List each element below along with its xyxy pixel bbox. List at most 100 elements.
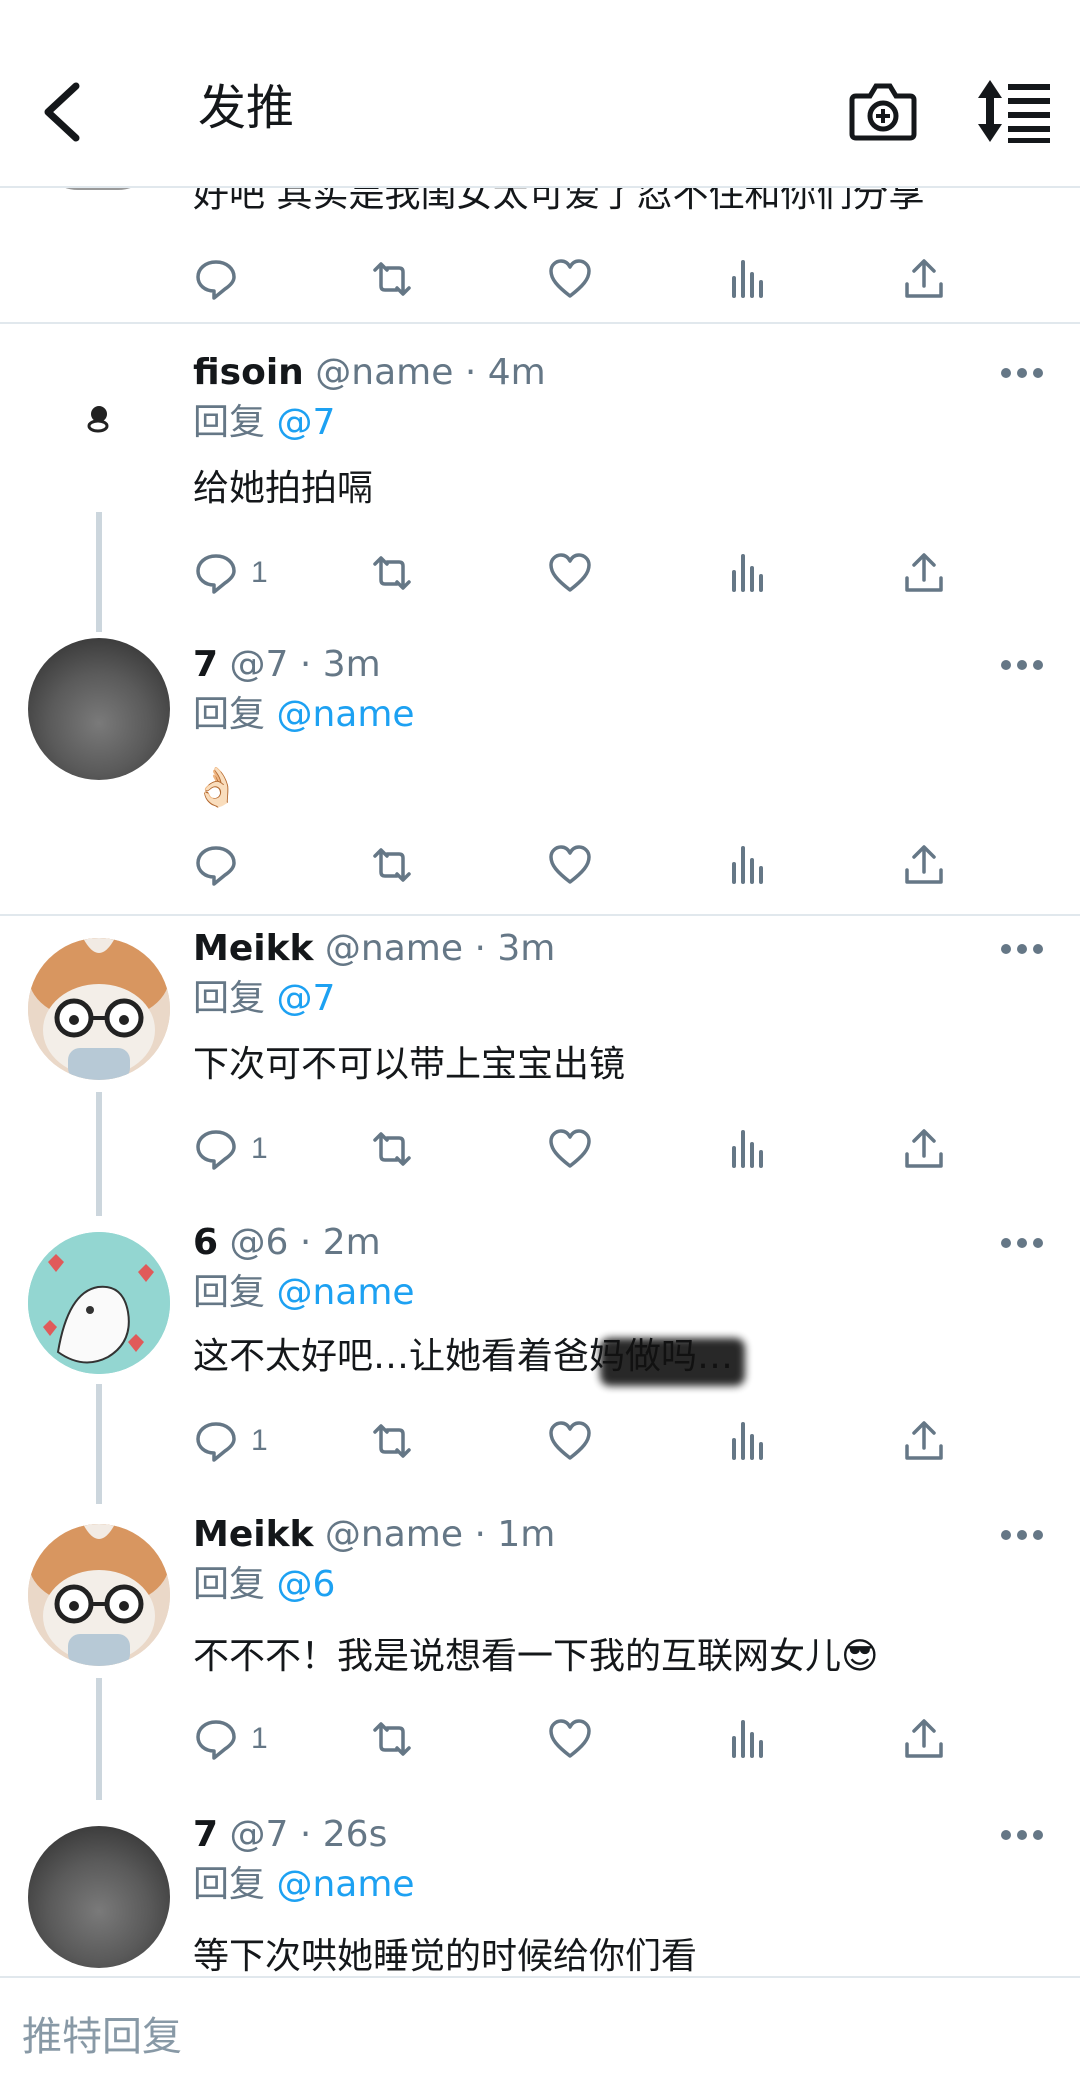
reply-context: 回复 @name bbox=[193, 1864, 415, 1905]
avatar[interactable] bbox=[28, 638, 170, 780]
timestamp: 26s bbox=[322, 1814, 388, 1855]
analytics-button[interactable] bbox=[725, 1416, 771, 1466]
tweet-actions bbox=[193, 254, 993, 304]
handle[interactable]: @name bbox=[325, 928, 463, 969]
back-arrow-icon[interactable] bbox=[36, 72, 106, 152]
handle[interactable]: @7 bbox=[230, 644, 289, 685]
analytics-button[interactable] bbox=[725, 840, 771, 890]
handle[interactable]: @7 bbox=[230, 1814, 289, 1855]
camera-add-icon[interactable] bbox=[848, 76, 918, 146]
reply-button[interactable] bbox=[193, 840, 239, 890]
mention-link[interactable]: @name bbox=[276, 1272, 414, 1313]
reply-context: 回复 @7 bbox=[193, 402, 336, 443]
share-button[interactable] bbox=[901, 1124, 947, 1174]
retweet-button[interactable] bbox=[369, 254, 415, 304]
reply-context: 回复 @name bbox=[193, 694, 415, 735]
top-bar: 发推 bbox=[0, 0, 1080, 188]
reply-context: 回复 @name bbox=[193, 1272, 415, 1313]
reply-icon bbox=[196, 1130, 236, 1170]
handle[interactable]: @6 bbox=[230, 1222, 289, 1263]
analytics-icon bbox=[732, 846, 763, 884]
mention-link[interactable]: @7 bbox=[276, 978, 335, 1019]
analytics-button[interactable] bbox=[725, 548, 771, 598]
like-button[interactable] bbox=[547, 1714, 593, 1764]
display-name[interactable]: 6 bbox=[193, 1222, 218, 1263]
more-icon[interactable] bbox=[1000, 658, 1044, 672]
reply-button[interactable] bbox=[193, 254, 239, 304]
display-name[interactable]: 7 bbox=[193, 1814, 218, 1855]
like-button[interactable] bbox=[547, 840, 593, 890]
tweet-header: fisoin @name · 4m bbox=[193, 352, 546, 393]
mention-link[interactable]: @7 bbox=[276, 402, 335, 443]
reply-icon bbox=[196, 260, 236, 300]
timestamp: 4m bbox=[487, 352, 546, 393]
tweet-header: 7 @7 · 26s bbox=[193, 1814, 388, 1855]
retweet-icon bbox=[373, 1132, 411, 1166]
analytics-button[interactable] bbox=[725, 254, 771, 304]
display-name[interactable]: fisoin bbox=[193, 352, 304, 393]
mention-link[interactable]: @name bbox=[276, 1864, 414, 1905]
divider bbox=[0, 914, 1080, 916]
reply-composer[interactable]: 推特回复 bbox=[0, 1976, 1080, 2079]
share-button[interactable] bbox=[901, 548, 947, 598]
retweet-button[interactable] bbox=[369, 1416, 415, 1466]
mention-link[interactable]: @6 bbox=[276, 1564, 335, 1605]
tweet-text: 好吧 其实是我闺女太可爱了忍不住和你们分享 bbox=[193, 186, 925, 215]
reply-input[interactable]: 推特回复 bbox=[22, 2004, 182, 2062]
reply-count: 1 bbox=[251, 1132, 268, 1165]
more-icon[interactable] bbox=[1000, 942, 1044, 956]
display-name[interactable]: Meikk bbox=[193, 1514, 313, 1555]
reply-count: 1 bbox=[251, 1424, 268, 1457]
retweet-button[interactable] bbox=[369, 840, 415, 890]
reply-button[interactable]: 1 bbox=[193, 548, 268, 598]
like-button[interactable] bbox=[547, 548, 593, 598]
tweet-actions: 1 bbox=[193, 1416, 993, 1466]
share-button[interactable] bbox=[901, 1416, 947, 1466]
handle[interactable]: @name bbox=[325, 1514, 463, 1555]
reply-button[interactable]: 1 bbox=[193, 1416, 268, 1466]
analytics-button[interactable] bbox=[725, 1124, 771, 1174]
reply-icon bbox=[196, 1422, 236, 1462]
retweet-button[interactable] bbox=[369, 548, 415, 598]
retweet-icon bbox=[373, 1722, 411, 1756]
share-button[interactable] bbox=[901, 1714, 947, 1764]
tweet-header: 7 @7 · 3m bbox=[193, 644, 381, 685]
like-button[interactable] bbox=[547, 254, 593, 304]
reply-context: 回复 @6 bbox=[193, 1564, 336, 1605]
thread-line bbox=[96, 512, 102, 632]
avatar[interactable] bbox=[28, 358, 170, 500]
thread-line bbox=[96, 1384, 102, 1504]
avatar[interactable] bbox=[28, 938, 170, 1080]
timestamp: 2m bbox=[322, 1222, 381, 1263]
tweet-actions: 1 bbox=[193, 1124, 993, 1174]
like-button[interactable] bbox=[547, 1416, 593, 1466]
display-name[interactable]: Meikk bbox=[193, 928, 313, 969]
more-icon[interactable] bbox=[1000, 1236, 1044, 1250]
divider bbox=[0, 322, 1080, 324]
more-icon[interactable] bbox=[1000, 366, 1044, 380]
like-button[interactable] bbox=[547, 1124, 593, 1174]
share-icon bbox=[905, 1421, 943, 1460]
more-icon[interactable] bbox=[1000, 1828, 1044, 1842]
avatar[interactable] bbox=[28, 1232, 170, 1374]
tweet-text: 下次可不可以带上宝宝出镜 bbox=[193, 1044, 626, 1085]
retweet-icon bbox=[373, 556, 411, 590]
avatar[interactable] bbox=[28, 1826, 170, 1968]
analytics-button[interactable] bbox=[725, 1714, 771, 1764]
thread-line bbox=[96, 1092, 102, 1216]
share-button[interactable] bbox=[901, 254, 947, 304]
share-icon bbox=[905, 553, 943, 592]
retweet-button[interactable] bbox=[369, 1124, 415, 1174]
more-icon[interactable] bbox=[1000, 1528, 1044, 1542]
retweet-button[interactable] bbox=[369, 1714, 415, 1764]
display-name[interactable]: 7 bbox=[193, 644, 218, 685]
handle[interactable]: @name bbox=[315, 352, 453, 393]
tweet-thread: 好吧 其实是我闺女太可爱了忍不住和你们分享 fisoin @name · 4m … bbox=[0, 186, 1080, 1976]
reply-button[interactable]: 1 bbox=[193, 1714, 268, 1764]
sort-icon[interactable] bbox=[976, 78, 1052, 144]
reply-button[interactable]: 1 bbox=[193, 1124, 268, 1174]
share-button[interactable] bbox=[901, 840, 947, 890]
tweet-text: 👌🏻 bbox=[193, 765, 241, 809]
mention-link[interactable]: @name bbox=[276, 694, 414, 735]
avatar[interactable] bbox=[28, 1524, 170, 1666]
